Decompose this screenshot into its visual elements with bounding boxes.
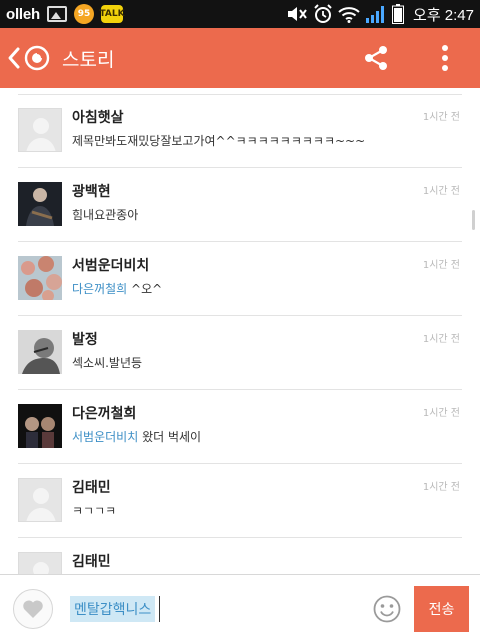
status-bar: olleh 95 TALK 오후 2:47 — [0, 0, 480, 28]
comment-time: 1시간 전 — [422, 334, 460, 345]
mention-link[interactable]: 서범운더비치 — [72, 430, 138, 444]
avatar[interactable] — [18, 478, 62, 522]
carrier-label: olleh — [6, 5, 41, 23]
comment-body: 섹소씨.발년등 — [72, 356, 143, 370]
comment-author[interactable]: 다은꺼철희 — [72, 403, 136, 423]
more-vertical-icon — [442, 45, 448, 71]
send-button[interactable]: 전송 — [414, 586, 469, 632]
back-button[interactable] — [0, 28, 50, 88]
mention-chip[interactable]: 멘탈갑핵니스 — [70, 596, 156, 622]
kakaotalk-notification-icon: TALK — [99, 5, 125, 23]
comment-text: 섹소씨.발년등 — [72, 354, 142, 371]
comment-author[interactable]: 김태민 — [72, 551, 111, 571]
avatar[interactable] — [18, 404, 62, 448]
wifi-icon — [338, 5, 360, 23]
comment-author[interactable]: 아침햇살 — [72, 107, 124, 127]
comment-item[interactable]: 아침햇살 1시간 전제목만봐도재밌당잘보고가여^^ㅋㅋㅋㅋㅋㅋㅋㅋㅋ~~~ — [0, 94, 480, 168]
page-title: 스토리 — [62, 48, 115, 71]
mute-icon — [286, 5, 308, 23]
comment-item[interactable]: 서범운더비치 1시간 전다은꺼철희 ^오^ — [0, 242, 480, 316]
comment-author[interactable]: 김태민 — [72, 477, 111, 497]
comment-text: 힘내요관종아 — [72, 206, 138, 223]
alarm-icon — [313, 4, 333, 23]
comment-author[interactable]: 서범운더비치 — [72, 255, 149, 275]
badge-notification-icon: 95 — [74, 4, 95, 24]
smiley-icon[interactable] — [372, 594, 402, 624]
comment-item[interactable]: 다은꺼철희 1시간 전서범운더비치 왔더 벅세이 — [0, 390, 480, 464]
comment-time: 1시간 전 — [422, 408, 460, 419]
comment-input[interactable]: 멘탈갑핵니스 — [70, 589, 360, 629]
comment-time: 1시간 전 — [422, 112, 460, 123]
comment-text: 다은꺼철희 ^오^ — [72, 280, 162, 297]
comment-list[interactable]: 아침햇살 1시간 전 제목만봐도재밌당잘보고가여^^ㅋㅋㅋㅋㅋㅋㅋㅋㅋ~~~ 광백현 1… — [0, 88, 480, 574]
comment-item[interactable]: 발정 1시간 전섹소씨.발년등 — [0, 316, 480, 390]
avatar[interactable] — [18, 256, 62, 300]
avatar[interactable] — [18, 330, 62, 374]
avatar[interactable] — [18, 108, 62, 152]
like-button[interactable] — [13, 589, 53, 629]
text-cursor — [159, 596, 161, 622]
avatar[interactable] — [18, 182, 62, 226]
comment-text: 제목만봐도재밌당잘보고가여^^ㅋㅋㅋㅋㅋㅋㅋㅋㅋ~~~ — [72, 132, 365, 149]
comment-item[interactable]: 김태민 1시간 전 ㅋㄱㄱㅋ — [0, 464, 480, 538]
comment-body: 왔더 벅세이 — [138, 430, 202, 444]
comment-author[interactable]: 광백현 — [72, 181, 111, 201]
comment-body: ㅋㄱㄱㅋ — [72, 504, 117, 518]
avatar[interactable] — [18, 552, 62, 574]
comment-time: 1시간 전 — [422, 260, 460, 271]
comment-item[interactable]: 김태민 — [0, 538, 480, 574]
comment-time: 1시간 전 — [422, 186, 460, 197]
share-icon — [365, 46, 387, 70]
comment-item[interactable]: 광백현 1시간 전힘내요관종아 — [0, 168, 480, 242]
story-comments-screen: olleh 95 TALK 오후 2:47 스토리 아침햇살 1시간 전 제목만… — [0, 0, 480, 640]
comment-input-bar: 멘탈갑핵니스 전송 — [0, 574, 480, 640]
comment-author[interactable]: 발정 — [72, 329, 98, 349]
comment-text: ㅋㄱㄱㅋ — [72, 502, 116, 519]
comment-text: 서범운더비치 왔더 벅세이 — [72, 428, 201, 445]
heart-icon — [23, 600, 43, 618]
story-logo-icon — [24, 45, 50, 71]
comment-body: 힘내요관종아 — [72, 208, 139, 222]
signal-icon — [365, 5, 387, 23]
chevron-left-icon — [8, 47, 20, 69]
share-button[interactable] — [358, 40, 394, 76]
status-clock: 오후 2:47 — [413, 6, 474, 24]
more-options-button[interactable] — [430, 40, 460, 76]
app-bar: 스토리 — [0, 28, 480, 88]
comment-body: 제목만봐도재밌당잘보고가여^^ㅋㅋㅋㅋㅋㅋㅋㅋㅋ~~~ — [72, 134, 366, 148]
comment-body: ^오^ — [127, 282, 163, 296]
mention-link[interactable]: 다은꺼철희 — [72, 282, 127, 296]
comment-time: 1시간 전 — [422, 482, 460, 493]
gallery-notification-icon — [47, 5, 68, 23]
battery-icon — [392, 4, 405, 24]
